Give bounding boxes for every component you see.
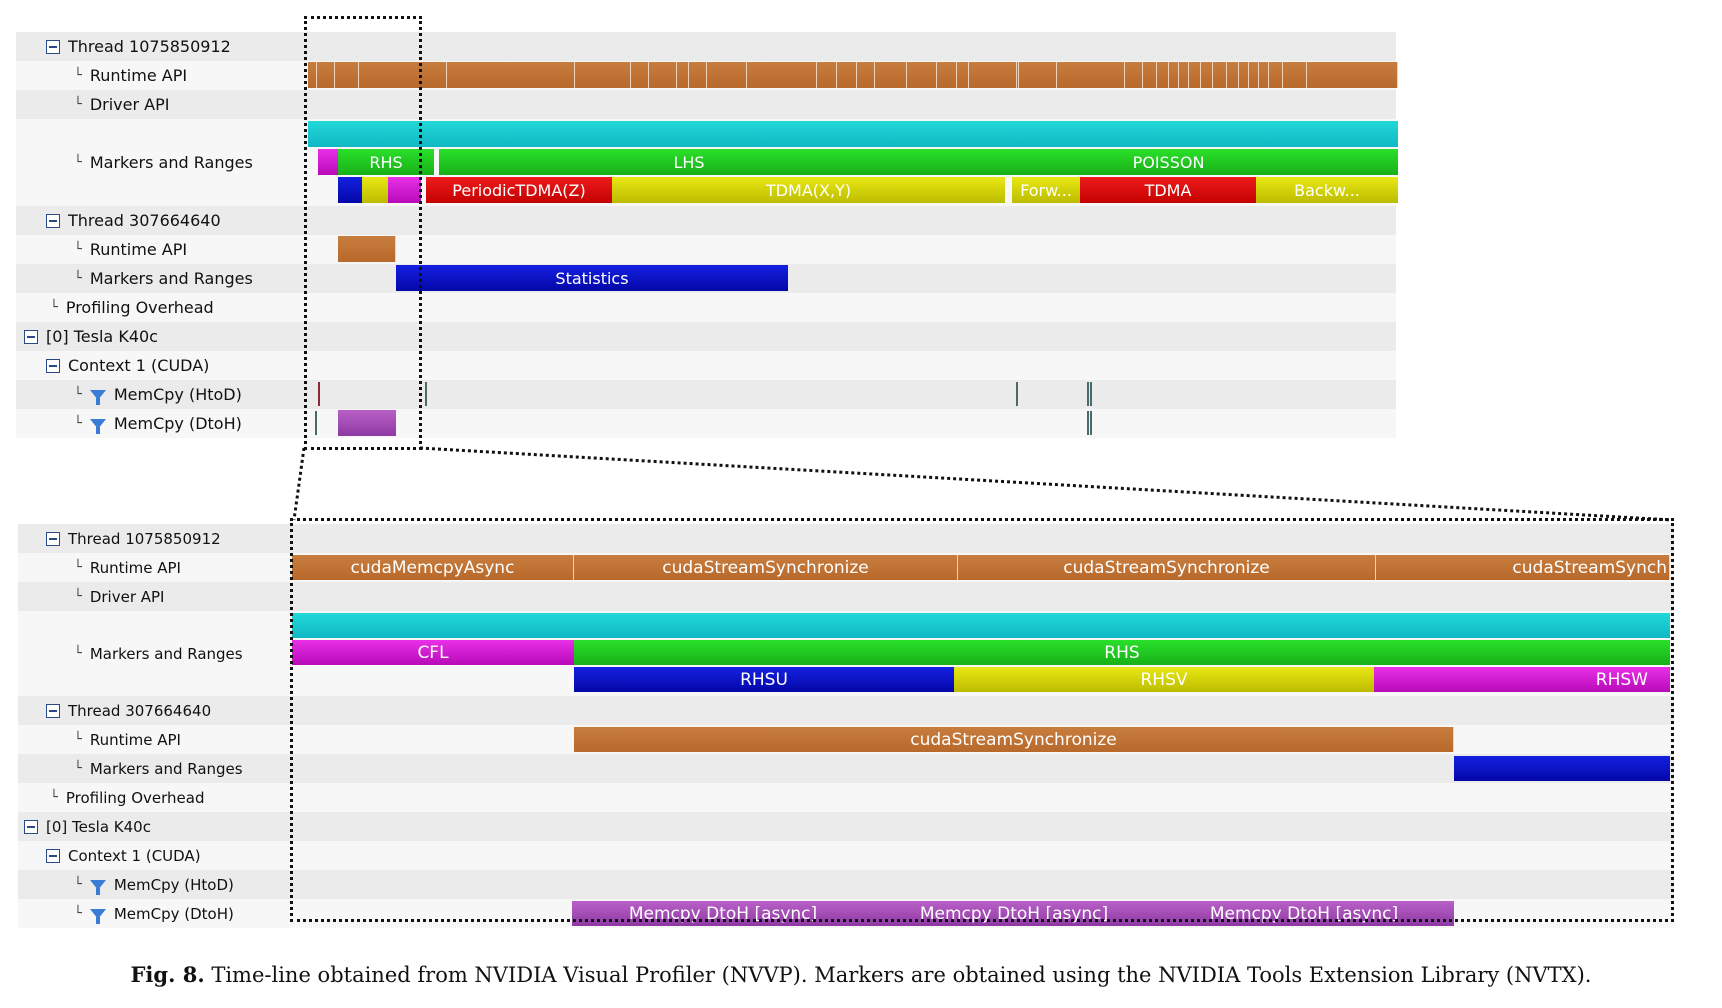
row-label: MemCpy (DtoH)	[113, 904, 234, 923]
tree-branch-icon: └	[74, 877, 82, 892]
collapse-icon[interactable]	[46, 703, 60, 718]
device-label: [0] Tesla K40c	[46, 817, 151, 836]
row-label: MemCpy (HtoD)	[113, 875, 234, 894]
tree-branch-icon: └	[74, 906, 82, 921]
zoomed-region-box	[290, 518, 1674, 922]
figure-number: Fig. 8.	[130, 962, 205, 987]
tree-branch-icon: └	[74, 732, 82, 747]
thread-label: Thread 1075850912	[68, 529, 221, 548]
row-label: Markers and Ranges	[89, 759, 243, 778]
filter-icon[interactable]	[89, 879, 106, 895]
caption-text: Time-line obtained from NVIDIA Visual Pr…	[211, 963, 1592, 987]
row-label: Runtime API	[89, 730, 181, 749]
row-label: Runtime API	[89, 558, 181, 577]
row-label: Driver API	[89, 587, 165, 606]
filter-icon[interactable]	[89, 908, 106, 924]
tree-branch-icon: └	[50, 790, 58, 805]
row-label: Profiling Overhead	[65, 788, 205, 807]
collapse-icon[interactable]	[46, 848, 60, 863]
collapse-icon[interactable]	[46, 531, 60, 546]
row-label: Markers and Ranges	[89, 644, 243, 663]
collapse-icon[interactable]	[24, 819, 38, 834]
tree-branch-icon: └	[74, 589, 82, 604]
figure-caption: Fig. 8. Time-line obtained from NVIDIA V…	[0, 962, 1722, 987]
tree-branch-icon: └	[74, 761, 82, 776]
context-label: Context 1 (CUDA)	[68, 846, 201, 865]
tree-branch-icon: └	[74, 646, 82, 661]
tree-branch-icon: └	[74, 560, 82, 575]
thread-label: Thread 307664640	[68, 701, 212, 720]
